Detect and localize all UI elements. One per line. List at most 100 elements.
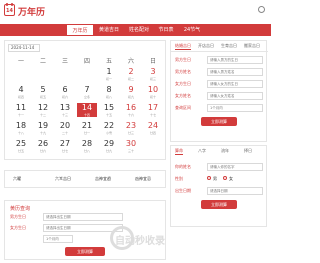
name-input[interactable]: 请输入你的名字 bbox=[207, 163, 263, 171]
calendar-day[interactable]: 10 初十 bbox=[143, 85, 163, 99]
lunar-label: 初一 bbox=[105, 77, 112, 81]
day-number: 28 bbox=[81, 139, 93, 148]
period-select[interactable]: 1个月内 bbox=[207, 104, 263, 112]
lunar-label: 三十 bbox=[127, 149, 134, 153]
calendar-day[interactable]: 30 三十 bbox=[121, 139, 141, 153]
lunar-label: 初九 bbox=[127, 95, 134, 99]
calendar-day[interactable]: 1 初一 bbox=[99, 67, 119, 81]
panel-title: 黄历查询 bbox=[10, 206, 31, 212]
info-item: 六爻吉日 bbox=[55, 176, 71, 181]
lunar-label: 十五 bbox=[105, 113, 112, 117]
tab-fortune[interactable]: 算命 bbox=[175, 148, 183, 155]
day-number: 18 bbox=[15, 121, 27, 130]
nav-holidays[interactable]: 节日表 bbox=[154, 24, 178, 36]
tab-opening[interactable]: 开店吉日 bbox=[198, 43, 214, 49]
main-nav: 万年历 黄道吉日 姓名配对 节日表 24节气 bbox=[0, 24, 271, 36]
day-number: 26 bbox=[37, 139, 49, 148]
lunar-label: 初八 bbox=[105, 95, 112, 99]
lunar-label: 二十 bbox=[61, 131, 68, 135]
tab-yearly[interactable]: 流年 bbox=[221, 148, 229, 154]
female-birth-input[interactable]: 请输入女方的生日 bbox=[207, 80, 263, 88]
calendar-day[interactable]: 14 十四 bbox=[77, 103, 97, 117]
calendar-day[interactable]: 8 初八 bbox=[99, 85, 119, 99]
calendar-day[interactable]: 22 小雪 bbox=[99, 121, 119, 135]
query-button[interactable]: 立即测算 bbox=[65, 247, 105, 256]
calendar-day[interactable]: 17 十七 bbox=[143, 103, 163, 117]
calendar-day[interactable]: 16 十六 bbox=[121, 103, 141, 117]
fortune-panel: 算命 八字 流年 择日 你的姓名 请输入你的名字 性别 男 女 出生日期 请选择… bbox=[170, 145, 267, 227]
lunar-label: 廿六 bbox=[39, 149, 46, 153]
calendar-day[interactable]: 4 初四 bbox=[11, 85, 31, 99]
day-number: 23 bbox=[125, 121, 137, 130]
calendar-day[interactable]: 3 初三 bbox=[143, 67, 163, 81]
calendar-day[interactable]: 20 二十 bbox=[55, 121, 75, 135]
calculate-button[interactable]: 立即测算 bbox=[201, 117, 237, 126]
tab-date-pick[interactable]: 择日 bbox=[244, 148, 252, 154]
birth-input[interactable]: 请选择日期 bbox=[207, 187, 263, 195]
lunar-label: 初十 bbox=[149, 95, 156, 99]
day-number: 16 bbox=[125, 103, 137, 112]
nav-name-match[interactable]: 姓名配对 bbox=[124, 24, 154, 36]
lunar-label: 廿四 bbox=[149, 131, 156, 135]
calendar-day[interactable]: 11 十一 bbox=[11, 103, 31, 117]
tab-moving[interactable]: 搬家吉日 bbox=[244, 43, 260, 49]
lunar-label: 立冬 bbox=[83, 95, 90, 99]
date-input[interactable]: 2024-11-14 bbox=[8, 44, 40, 52]
period-select[interactable]: 1个月内 bbox=[43, 235, 73, 243]
calendar-day[interactable]: 15 十五 bbox=[99, 103, 119, 117]
calendar-day[interactable]: 23 廿三 bbox=[121, 121, 141, 135]
day-number: 24 bbox=[147, 121, 159, 130]
tab-bazi[interactable]: 八字 bbox=[198, 148, 206, 154]
calendar-day[interactable]: 24 廿四 bbox=[143, 121, 163, 135]
watermark-text: 自动秒收录 bbox=[115, 236, 165, 247]
lunar-label: 初二 bbox=[127, 77, 134, 81]
calendar-day[interactable]: 21 廿一 bbox=[77, 121, 97, 135]
calendar-day[interactable]: 9 初九 bbox=[121, 85, 141, 99]
calendar-day[interactable]: 19 十九 bbox=[33, 121, 53, 135]
site-title[interactable]: 万年历 bbox=[18, 5, 45, 18]
tab-birth[interactable]: 生育吉日 bbox=[221, 43, 237, 49]
lunar-label: 十六 bbox=[127, 113, 134, 117]
day-number: 1 bbox=[106, 67, 112, 76]
male-birth-input[interactable]: 请选择出生日期 bbox=[43, 213, 123, 221]
calendar-day[interactable]: 13 十三 bbox=[55, 103, 75, 117]
calendar-day[interactable]: 6 初六 bbox=[55, 85, 75, 99]
tab-wedding[interactable]: 结婚吉日 bbox=[175, 43, 191, 50]
weekday-label: 四 bbox=[83, 58, 90, 65]
user-icon[interactable] bbox=[258, 6, 265, 13]
fortune-button[interactable]: 立即测算 bbox=[201, 200, 237, 209]
info-bar: 六曜 六爻吉日 吉神宜趋 凶神宜忌 bbox=[4, 170, 166, 188]
calendar-day[interactable]: 25 廿五 bbox=[11, 139, 31, 153]
day-number: 27 bbox=[59, 139, 71, 148]
day-number: 30 bbox=[125, 139, 137, 148]
male-birth-input[interactable]: 请输入男方的生日 bbox=[207, 56, 263, 64]
calendar-day[interactable]: 12 十二 bbox=[33, 103, 53, 117]
female-birth-label: 女方生日 bbox=[10, 225, 26, 230]
day-number: 7 bbox=[84, 85, 90, 94]
calendar-day[interactable]: 28 廿八 bbox=[77, 139, 97, 153]
male-name-input[interactable]: 请输入男方姓名 bbox=[207, 68, 263, 76]
weekday-label: 日 bbox=[149, 58, 156, 65]
gender-female-radio[interactable] bbox=[223, 176, 227, 180]
nav-calendar[interactable]: 万年历 bbox=[66, 24, 94, 36]
day-number: 6 bbox=[62, 85, 68, 94]
calendar-day[interactable]: 27 廿七 bbox=[55, 139, 75, 153]
day-number: 12 bbox=[37, 103, 49, 112]
day-number: 17 bbox=[147, 103, 159, 112]
weekday-label: 二 bbox=[39, 58, 46, 65]
calendar-day[interactable]: 26 廿六 bbox=[33, 139, 53, 153]
gender-male-radio[interactable] bbox=[207, 176, 211, 180]
lunar-label: 廿三 bbox=[127, 131, 134, 135]
calendar-day[interactable]: 2 初二 bbox=[121, 67, 141, 81]
female-name-input[interactable]: 请输入女方姓名 bbox=[207, 92, 263, 100]
calendar-day[interactable]: 29 廿九 bbox=[99, 139, 119, 153]
calendar-day[interactable]: 7 立冬 bbox=[77, 85, 97, 99]
day-number: 13 bbox=[59, 103, 71, 112]
day-number: 29 bbox=[103, 139, 115, 148]
nav-solar-terms[interactable]: 24节气 bbox=[178, 24, 206, 36]
calendar-day[interactable]: 18 十八 bbox=[11, 121, 31, 135]
calendar-logo-icon[interactable]: 14 bbox=[4, 3, 15, 16]
nav-auspicious-days[interactable]: 黄道吉日 bbox=[94, 24, 124, 36]
calendar-day[interactable]: 5 初五 bbox=[33, 85, 53, 99]
day-number: 4 bbox=[18, 85, 24, 94]
